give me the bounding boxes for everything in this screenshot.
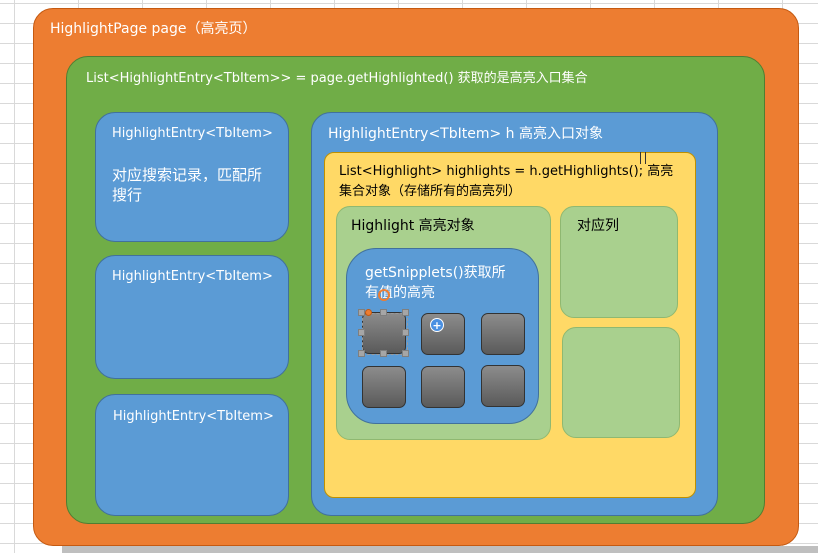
resize-handle-se[interactable] xyxy=(402,350,409,357)
value-box-2[interactable] xyxy=(421,313,465,355)
highlight-entry-list-label: List<HighlightEntry<TbItem>> = page.getH… xyxy=(86,71,588,86)
rotate-handle-icon[interactable] xyxy=(378,289,390,301)
resize-handle-n[interactable] xyxy=(380,309,387,316)
highlight-object-label: Highlight 高亮对象 xyxy=(351,218,475,234)
highlight-entry-desc-1: 对应搜索记录，匹配所搜行 xyxy=(112,166,263,204)
text-cursor-icon xyxy=(640,152,646,164)
value-box-6[interactable] xyxy=(481,365,525,407)
resize-handle-sw[interactable] xyxy=(358,350,365,357)
add-icon[interactable]: + xyxy=(430,318,444,332)
highlight-page-label: HighlightPage page（高亮页） xyxy=(50,21,257,37)
highlight-entry-label-3: HighlightEntry<TbItem> xyxy=(113,409,274,424)
horizontal-scrollbar[interactable] xyxy=(62,546,818,553)
resize-handle-ne[interactable] xyxy=(402,309,409,316)
resize-handle-nw[interactable] xyxy=(358,309,365,316)
highlight-entry-label-1: HighlightEntry<TbItem> xyxy=(112,126,273,141)
resize-handle-s[interactable] xyxy=(380,350,387,357)
value-box-4[interactable] xyxy=(362,366,406,408)
highlight-entry-label-2: HighlightEntry<TbItem> xyxy=(112,269,273,284)
value-box-3[interactable] xyxy=(481,313,525,355)
resize-handle-e[interactable] xyxy=(402,329,409,336)
highlights-list-label: List<Highlight> highlights = h.getHighli… xyxy=(339,164,674,199)
column-label: 对应列 xyxy=(577,218,619,234)
highlight-entry-h-label: HighlightEntry<TbItem> h 高亮入口对象 xyxy=(328,126,603,142)
value-box-5[interactable] xyxy=(421,366,465,408)
adjust-handle-icon[interactable] xyxy=(365,309,372,316)
column-box-2[interactable] xyxy=(562,327,680,438)
resize-handle-w[interactable] xyxy=(358,329,365,336)
